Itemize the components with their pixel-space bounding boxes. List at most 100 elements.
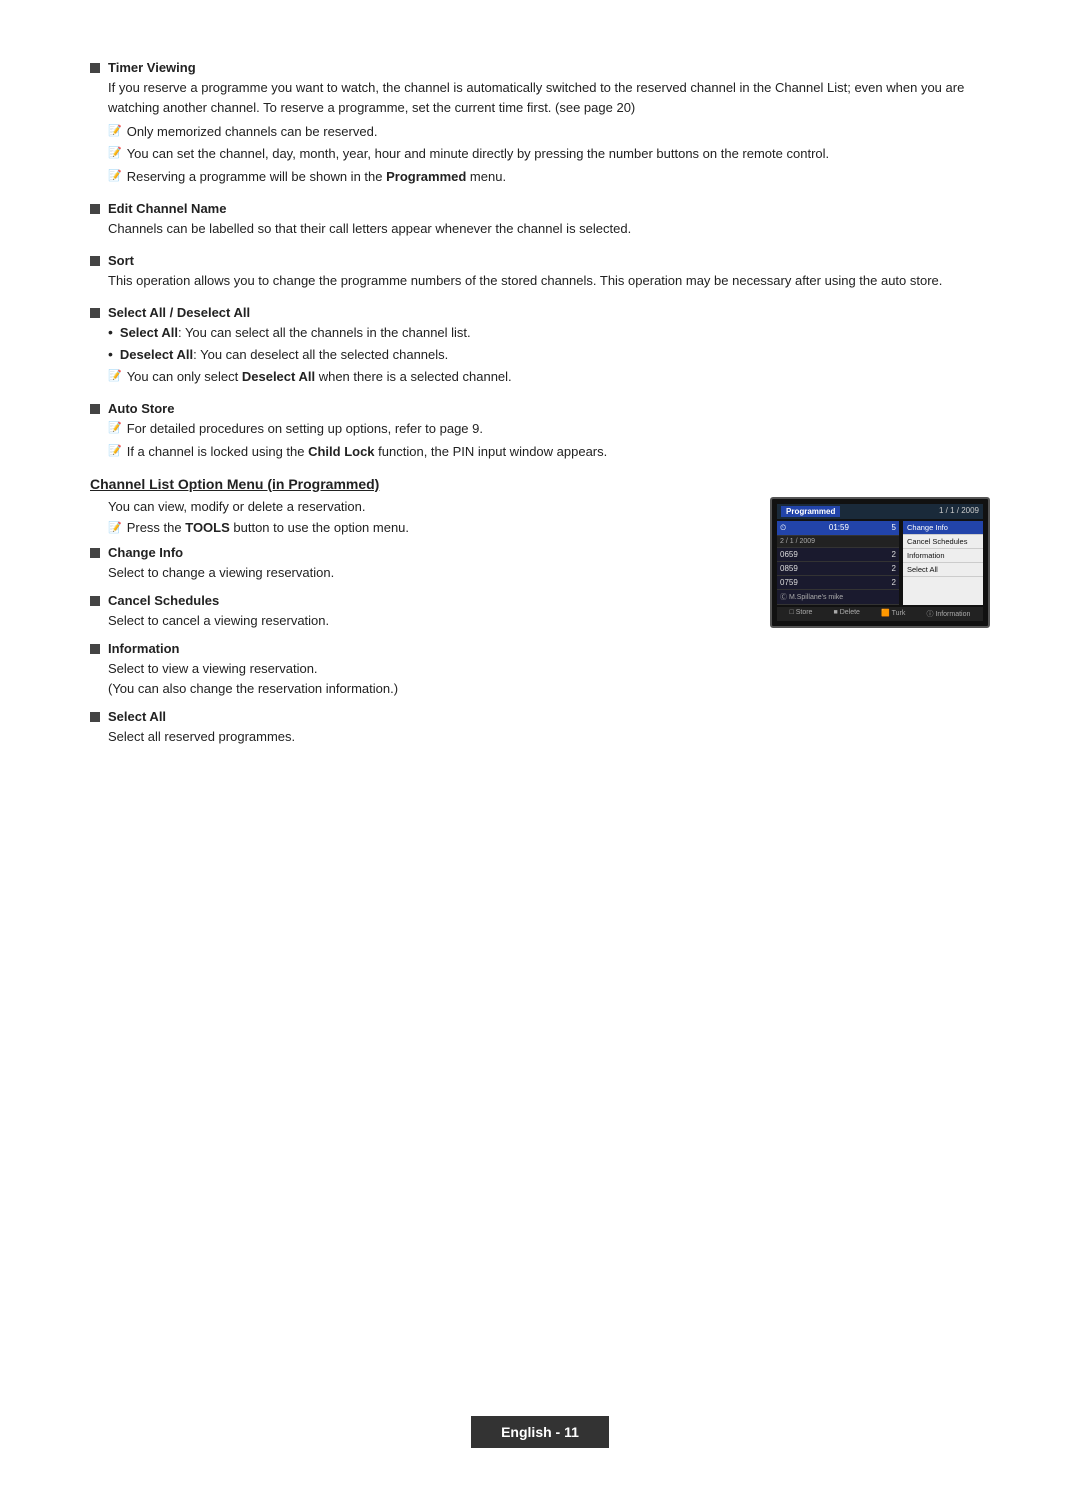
section-body: Channels can be labelled so that their c…: [90, 219, 990, 239]
sub-section-change-info: Change Info Select to change a viewing r…: [90, 545, 740, 583]
section-bullet-icon: [90, 548, 100, 558]
section-bullet-icon: [90, 63, 100, 73]
tv-row-ch: 2: [892, 564, 896, 573]
section-body: Select to change a viewing reservation.: [90, 563, 740, 583]
note-text: Press the TOOLS button to use the option…: [127, 520, 409, 535]
section-title: Auto Store: [108, 401, 174, 416]
note-text: Only memorized channels can be reserved.: [127, 122, 378, 142]
tv-list-row-date: 2 / 1 / 2009: [777, 536, 899, 548]
section-bullet-icon: [90, 596, 100, 606]
tv-list-row-extra: Ⓒ M.Spillane's mike: [777, 590, 899, 605]
note-icon: 📝: [108, 521, 122, 534]
tv-row-time: 01:59: [829, 523, 849, 533]
note-icon: 📝: [108, 123, 122, 140]
tv-menu-item: Information: [903, 549, 983, 563]
body-paragraph: Select to change a viewing reservation.: [108, 563, 740, 583]
tv-bottom-info: ⓘ Information: [926, 609, 970, 619]
section-body: If you reserve a programme you want to w…: [90, 78, 990, 187]
tv-list-row: ⏲ 01:59 5: [777, 521, 899, 536]
channel-list-content: You can view, modify or delete a reserva…: [90, 497, 990, 758]
footer: English - 11: [0, 1416, 1080, 1448]
bullet-dot: •: [108, 345, 113, 365]
section-title: Sort: [108, 253, 134, 268]
section-body: This operation allows you to change the …: [90, 271, 990, 291]
tv-screen: Programmed 1 / 1 / 2009 ⏲ 01:59 5 2 / 1 …: [770, 497, 990, 628]
note-icon: 📝: [108, 168, 122, 185]
tv-screen-illustration: Programmed 1 / 1 / 2009 ⏲ 01:59 5 2 / 1 …: [770, 497, 990, 628]
body-paragraph: Channels can be labelled so that their c…: [108, 219, 990, 239]
section-bullet-icon: [90, 204, 100, 214]
tv-menu-item: Cancel Schedules: [903, 535, 983, 549]
tv-list-row: 0859 2: [777, 562, 899, 576]
section-edit-channel-name: Edit Channel Name Channels can be labell…: [90, 201, 990, 239]
tv-menu-item: Select All: [903, 563, 983, 577]
note-text: You can set the channel, day, month, yea…: [127, 144, 829, 164]
tv-row-ch: 5: [892, 523, 896, 533]
section-title: Select All: [108, 709, 166, 724]
note-line: 📝 You can only select Deselect All when …: [108, 367, 990, 387]
tv-list-row: 0759 2: [777, 576, 899, 590]
channel-list-text: You can view, modify or delete a reserva…: [90, 497, 740, 758]
tv-bottom-store: □ Store: [790, 609, 813, 619]
section-bullet-icon: [90, 712, 100, 722]
note-line: 📝 Only memorized channels can be reserve…: [108, 122, 990, 142]
channel-list-note: 📝 Press the TOOLS button to use the opti…: [90, 520, 740, 535]
section-title: Timer Viewing: [108, 60, 196, 75]
section-title: Cancel Schedules: [108, 593, 219, 608]
tv-date-row: 2 / 1 / 2009: [780, 538, 815, 545]
note-text: For detailed procedures on setting up op…: [127, 419, 483, 439]
tv-menu: Change Info Cancel Schedules Information…: [903, 521, 983, 605]
sub-section-information: Information Select to view a viewing res…: [90, 641, 740, 699]
tv-bottom-delete: ■ Delete: [834, 609, 860, 619]
tv-row-icon: ⏲: [780, 523, 786, 533]
note-icon: 📝: [108, 145, 122, 162]
section-body: • Select All: You can select all the cha…: [90, 323, 990, 387]
note-line: 📝 If a channel is locked using the Child…: [108, 442, 990, 462]
channel-list-title: Channel List Option Menu (in Programmed): [90, 476, 990, 492]
section-auto-store: Auto Store 📝 For detailed procedures on …: [90, 401, 990, 461]
tv-main: ⏲ 01:59 5 2 / 1 / 2009 0659 2: [777, 521, 983, 605]
tv-date: 1 / 1 / 2009: [939, 506, 979, 517]
section-body: 📝 For detailed procedures on setting up …: [90, 419, 990, 461]
body-paragraph-1: Select to view a viewing reservation.: [108, 659, 740, 679]
channel-list-section: Channel List Option Menu (in Programmed)…: [90, 476, 990, 758]
tv-top-bar: Programmed 1 / 1 / 2009: [777, 504, 983, 519]
note-icon: 📝: [108, 420, 122, 437]
note-icon: 📝: [108, 368, 122, 385]
section-bullet-icon: [90, 644, 100, 654]
footer-label: English - 11: [471, 1416, 609, 1448]
section-bullet-icon: [90, 308, 100, 318]
note-line: 📝 You can set the channel, day, month, y…: [108, 144, 990, 164]
bullet-line: • Deselect All: You can deselect all the…: [108, 345, 990, 365]
tv-row-time: 0759: [780, 578, 798, 587]
section-body: Select all reserved programmes.: [90, 727, 740, 747]
section-sort: Sort This operation allows you to change…: [90, 253, 990, 291]
tv-list: ⏲ 01:59 5 2 / 1 / 2009 0659 2: [777, 521, 899, 605]
bullet-line: • Select All: You can select all the cha…: [108, 323, 990, 343]
body-paragraph: If you reserve a programme you want to w…: [108, 78, 990, 118]
note-text: You can only select Deselect All when th…: [127, 367, 512, 387]
section-bullet-icon: [90, 256, 100, 266]
channel-list-intro: You can view, modify or delete a reserva…: [90, 497, 740, 517]
section-title: Select All / Deselect All: [108, 305, 250, 320]
note-line: 📝 For detailed procedures on setting up …: [108, 419, 990, 439]
body-paragraph: Select to cancel a viewing reservation.: [108, 611, 740, 631]
section-timer-viewing: Timer Viewing If you reserve a programme…: [90, 60, 990, 187]
section-title: Information: [108, 641, 180, 656]
tv-row-ch: 2: [892, 550, 896, 559]
tv-tab-label: Programmed: [781, 506, 840, 517]
page: Timer Viewing If you reserve a programme…: [0, 0, 1080, 1488]
section-title: Edit Channel Name: [108, 201, 226, 216]
body-paragraph: Select all reserved programmes.: [108, 727, 740, 747]
tv-row-ch: 2: [892, 578, 896, 587]
body-paragraph-2: (You can also change the reservation inf…: [108, 679, 740, 699]
section-select-all: Select All / Deselect All • Select All: …: [90, 305, 990, 387]
tv-row-time: 0659: [780, 550, 798, 559]
note-line: 📝 Reserving a programme will be shown in…: [108, 167, 990, 187]
tv-extra-text: Ⓒ M.Spillane's mike: [780, 592, 843, 602]
note-text: Reserving a programme will be shown in t…: [127, 167, 506, 187]
bullet-text: Select All: You can select all the chann…: [120, 323, 471, 343]
section-bullet-icon: [90, 404, 100, 414]
sub-section-select-all: Select All Select all reserved programme…: [90, 709, 740, 747]
section-title: Change Info: [108, 545, 183, 560]
